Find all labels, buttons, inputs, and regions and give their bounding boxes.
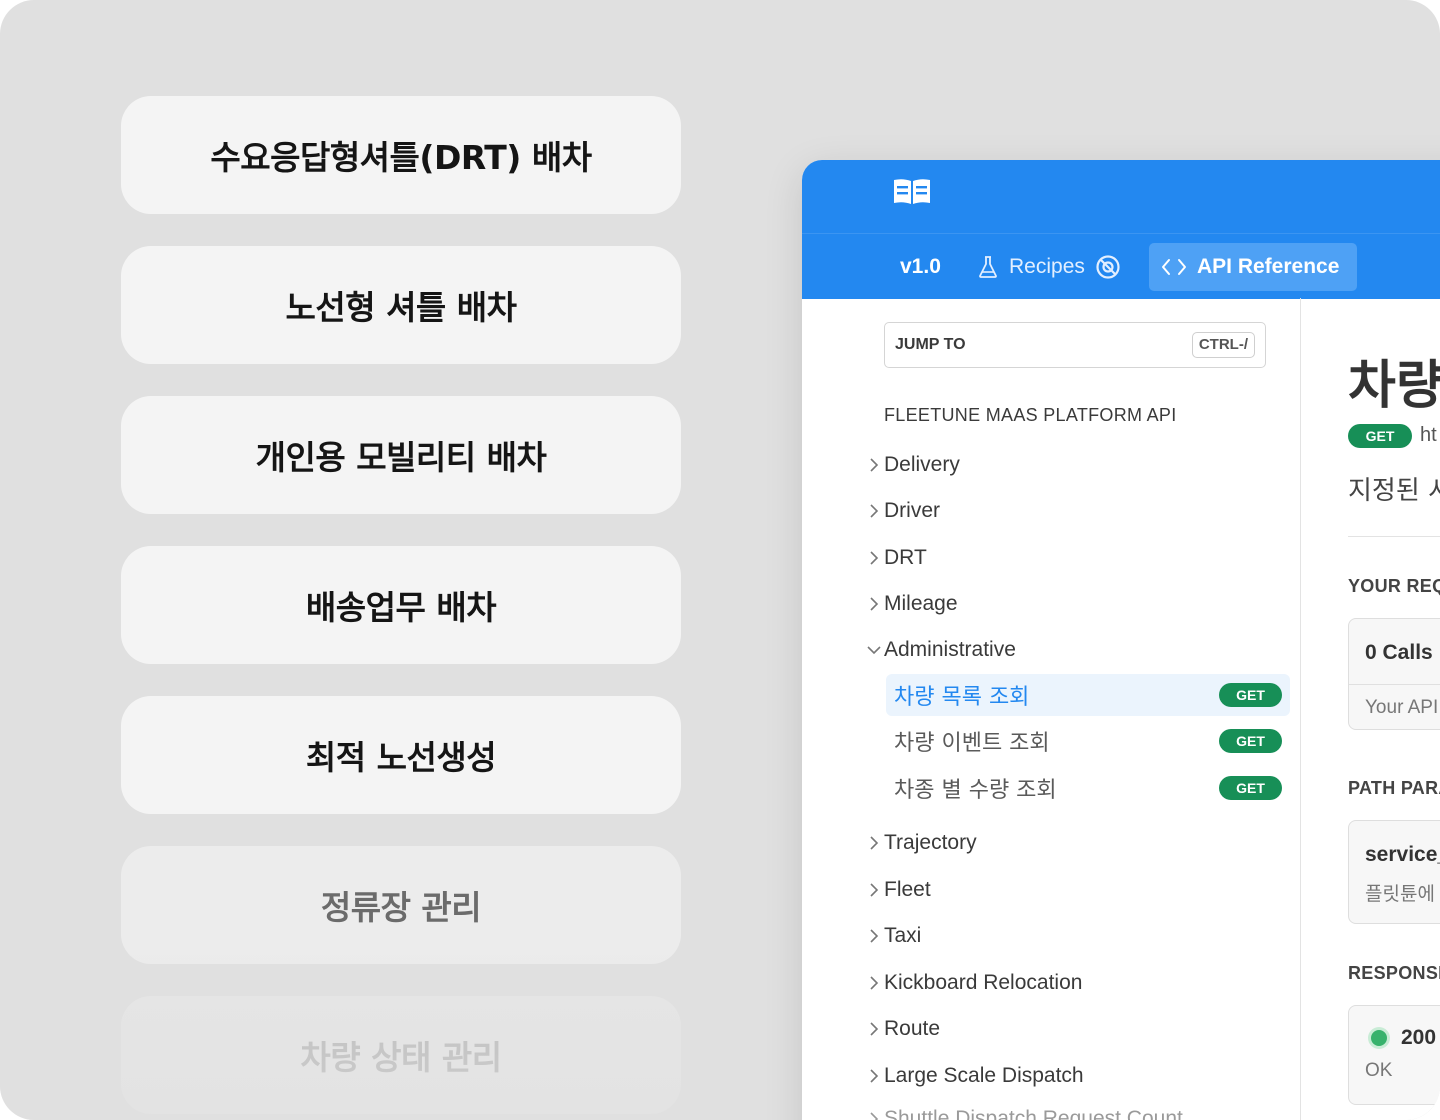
recipes-label: Recipes <box>1009 255 1085 278</box>
subitem-label: 차종 별 수량 조회 <box>894 778 1057 803</box>
sidebar-item-label: Administrative <box>884 638 1016 661</box>
chevron-right-icon <box>864 503 884 519</box>
sidebar-item-label: Driver <box>884 499 940 522</box>
path-param-box[interactable]: service_ 플릿튠에 <box>1348 820 1440 924</box>
get-method-badge: GET <box>1219 729 1282 753</box>
sidebar-section-title: FLEETUNE MAAS PLATFORM API <box>884 405 1177 425</box>
chevron-right-icon <box>864 835 884 851</box>
api-reference-label: API Reference <box>1197 255 1340 278</box>
menu-card-route-shuttle[interactable]: 노선형 셔틀 배차 <box>121 246 681 364</box>
chevron-right-icon <box>864 457 884 473</box>
version-label: v1.0 <box>900 255 941 278</box>
sidebar-item-label: Mileage <box>884 592 958 615</box>
sidebar-item-mileage[interactable]: Mileage <box>864 589 958 619</box>
menu-card-drt[interactable]: 수요응답형셔틀(DRT) 배차 <box>121 96 681 214</box>
menu-card-label: 배송업무 배차 <box>305 588 497 627</box>
sidebar-item-shuttle-dispatch-request-count[interactable]: Shuttle Dispatch Request Count <box>864 1104 1183 1120</box>
your-requests-heading: YOUR REQ <box>1348 576 1440 596</box>
status-text: OK <box>1365 1060 1393 1081</box>
sidebar-item-route[interactable]: Route <box>864 1014 940 1044</box>
sidebar-item-label: Taxi <box>884 924 922 947</box>
menu-card-stop-management[interactable]: 정류장 관리 <box>121 846 681 964</box>
jump-to-search[interactable]: JUMP TO CTRL-/ <box>884 322 1266 368</box>
jump-shortcut-badge: CTRL-/ <box>1191 332 1255 358</box>
box-separator <box>1349 684 1440 685</box>
top-bar <box>802 160 1440 233</box>
sidebar-item-delivery[interactable]: Delivery <box>864 450 960 480</box>
responses-heading: RESPONSE <box>1348 963 1440 983</box>
sidebar-item-label: Route <box>884 1017 941 1040</box>
endpoint-description: 지정된 시 <box>1348 476 1440 506</box>
menu-card-label: 수요응답형셔틀(DRT) 배차 <box>210 138 592 177</box>
menu-card-vehicle-status[interactable]: 차량 상태 관리 <box>121 996 681 1114</box>
endpoint-url[interactable]: ht <box>1420 424 1437 447</box>
requests-box: 0 Calls Your API <box>1348 618 1440 730</box>
jump-to-label: JUMP TO <box>895 336 966 353</box>
menu-card-label: 정류장 관리 <box>320 888 482 927</box>
method-badge: GET <box>1348 424 1412 448</box>
sidebar-item-driver[interactable]: Driver <box>864 496 940 526</box>
sidebar-item-label: Fleet <box>884 878 931 901</box>
tab-api-reference[interactable]: API Reference <box>1149 243 1358 291</box>
sidebar-subitem-vehicle-type-count[interactable]: 차종 별 수량 조회 GET <box>886 767 1290 809</box>
docs-sidebar: JUMP TO CTRL-/ FLEETUNE MAAS PLATFORM AP… <box>802 298 1301 1120</box>
param-name: service_ <box>1365 843 1440 866</box>
sidebar-subitem-vehicle-events[interactable]: 차량 이벤트 조회 GET <box>886 720 1290 762</box>
calls-count: 0 Calls <box>1365 641 1433 664</box>
menu-card-delivery[interactable]: 배송업무 배차 <box>121 546 681 664</box>
status-code: 200 <box>1401 1026 1437 1049</box>
chevron-right-icon <box>864 550 884 566</box>
sidebar-item-label: Large Scale Dispatch <box>884 1064 1084 1087</box>
code-brackets-icon <box>1162 259 1186 275</box>
chevron-right-icon <box>864 1021 884 1037</box>
param-description: 플릿튠에 <box>1365 884 1435 905</box>
menu-card-personal-mobility[interactable]: 개인용 모빌리티 배차 <box>121 396 681 514</box>
menu-card-label: 개인용 모빌리티 배차 <box>255 438 547 477</box>
get-method-badge: GET <box>1219 683 1282 707</box>
chevron-right-icon <box>864 975 884 991</box>
sidebar-item-administrative[interactable]: Administrative <box>864 635 1016 665</box>
sidebar-subitem-vehicle-list[interactable]: 차량 목록 조회 GET <box>886 674 1290 716</box>
docs-main: 차량 GET ht 지정된 시 YOUR REQ 0 Calls Your AP… <box>1300 298 1440 1120</box>
menu-card-label: 차량 상태 관리 <box>300 1038 502 1077</box>
status-ok-dot <box>1371 1030 1387 1046</box>
api-docs-window: v1.0 Recipes API Reference JUMP TO CTRL-… <box>802 160 1440 1120</box>
subitem-label: 차량 이벤트 조회 <box>894 731 1050 756</box>
sidebar-item-label: Delivery <box>884 453 960 476</box>
tab-recipes[interactable]: Recipes <box>977 243 1121 291</box>
version-selector[interactable]: v1.0 <box>900 243 941 291</box>
subitem-label: 차량 목록 조회 <box>894 685 1030 710</box>
response-box[interactable]: 200 OK <box>1348 1005 1440 1105</box>
sidebar-item-drt[interactable]: DRT <box>864 543 927 573</box>
sidebar-item-kickboard-relocation[interactable]: Kickboard Relocation <box>864 968 1082 998</box>
chevron-right-icon <box>864 596 884 612</box>
get-method-badge: GET <box>1219 776 1282 800</box>
chevron-right-icon <box>864 1111 884 1120</box>
docs-nav: v1.0 Recipes API Reference <box>802 233 1440 299</box>
menu-card-label: 최적 노선생성 <box>305 738 497 777</box>
path-params-heading: PATH PARA <box>1348 778 1440 798</box>
sidebar-item-trajectory[interactable]: Trajectory <box>864 828 977 858</box>
sidebar-item-taxi[interactable]: Taxi <box>864 921 921 951</box>
menu-card-optimal-route[interactable]: 최적 노선생성 <box>121 696 681 814</box>
stage: 수요응답형셔틀(DRT) 배차 노선형 셔틀 배차 개인용 모빌리티 배차 배송… <box>0 0 1440 1120</box>
sidebar-item-label: DRT <box>884 546 927 569</box>
menu-card-label: 노선형 셔틀 배차 <box>285 288 518 327</box>
chevron-right-icon <box>864 882 884 898</box>
calls-subtext: Your API <box>1365 697 1439 718</box>
sidebar-item-label: Kickboard Relocation <box>884 971 1083 994</box>
chevron-down-icon <box>864 645 884 655</box>
sidebar-item-label: Shuttle Dispatch Request Count <box>884 1107 1183 1120</box>
sidebar-item-fleet[interactable]: Fleet <box>864 875 931 905</box>
divider <box>1348 536 1440 537</box>
chevron-right-icon <box>864 1068 884 1084</box>
sidebar-item-label: Trajectory <box>884 831 977 854</box>
page-title: 차량 <box>1348 356 1440 416</box>
book-logo-icon[interactable] <box>892 177 932 211</box>
lifebuoy-icon <box>1096 255 1120 279</box>
chevron-right-icon <box>864 928 884 944</box>
flask-icon <box>979 256 997 278</box>
sidebar-item-large-scale-dispatch[interactable]: Large Scale Dispatch <box>864 1061 1084 1091</box>
